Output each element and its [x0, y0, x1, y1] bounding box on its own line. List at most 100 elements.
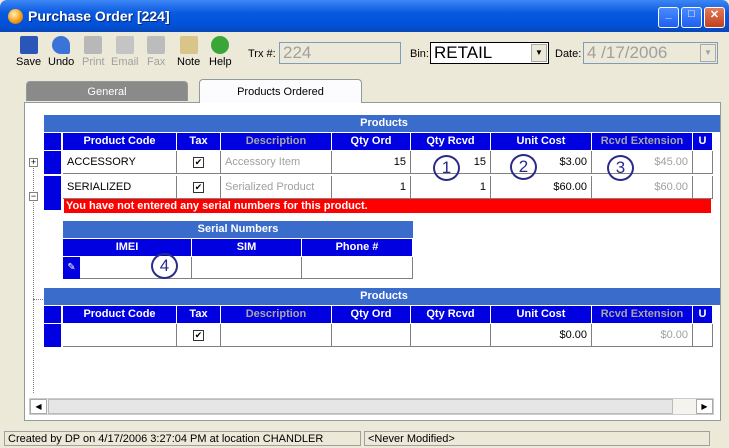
col-tax[interactable]: Tax	[177, 133, 221, 150]
bin-label: Bin:	[410, 48, 429, 60]
scroll-thumb[interactable]	[48, 399, 673, 414]
cell-unit-cost[interactable]: $0.00	[491, 324, 592, 346]
date-field[interactable]: 4 /17/2006 ▼	[583, 42, 718, 64]
cell-qty-ord[interactable]: 15	[332, 151, 411, 173]
trx-label: Trx #:	[248, 48, 276, 60]
save-button[interactable]: Save	[16, 36, 41, 68]
tab-products-ordered[interactable]: Products Ordered	[199, 79, 362, 103]
col-qty-rcvd[interactable]: Qty Rcvd	[411, 306, 491, 323]
products-ordered-panel: Products Product Code Tax Description Qt…	[24, 102, 721, 421]
col-product-code[interactable]: Product Code	[63, 133, 177, 150]
cell-tax[interactable]: ✔	[177, 176, 221, 198]
status-bar: Created by DP on 4/17/2006 3:27:04 PM at…	[0, 429, 729, 448]
title-bar: Purchase Order [224] _ □ ✕	[0, 0, 729, 32]
tax-checkbox[interactable]: ✔	[193, 329, 204, 341]
serial-numbers-band: Serial Numbers	[63, 221, 413, 238]
cell-sim[interactable]	[192, 257, 302, 278]
cell-phone[interactable]	[302, 257, 413, 278]
col-qty-ord[interactable]: Qty Ord	[332, 306, 411, 323]
products-header-row-2: Product Code Tax Description Qty Ord Qty…	[63, 306, 713, 323]
cell-tax[interactable]: ✔	[177, 324, 221, 346]
row-header	[44, 306, 61, 323]
cell-unit-cost[interactable]: $60.00	[491, 176, 592, 198]
row-header	[44, 133, 61, 150]
col-u[interactable]: U	[693, 306, 713, 323]
cell-u[interactable]	[693, 324, 713, 346]
col-description[interactable]: Description	[221, 306, 332, 323]
print-button[interactable]: Print	[82, 36, 105, 68]
cell-description: Accessory Item	[221, 151, 332, 173]
printer-icon	[84, 36, 103, 54]
serial-header-row: IMEI SIM Phone #	[63, 239, 413, 256]
callout-3: 3	[607, 155, 634, 181]
products-header-row: Product Code Tax Description Qty Ord Qty…	[63, 133, 713, 150]
horizontal-scrollbar[interactable]: ◀ ▶	[29, 398, 714, 415]
maximize-button[interactable]: □	[681, 7, 702, 28]
close-button[interactable]: ✕	[704, 7, 725, 28]
cell-qty-ord[interactable]	[332, 324, 411, 346]
chevron-down-icon[interactable]: ▼	[700, 44, 716, 62]
cell-product-code[interactable]: ACCESSORY	[63, 151, 177, 173]
cell-rcvd-extension: $0.00	[592, 324, 693, 346]
cell-unit-cost[interactable]: $3.00	[491, 151, 592, 173]
col-qty-ord[interactable]: Qty Ord	[332, 133, 411, 150]
bin-select[interactable]: RETAIL ▼	[430, 42, 549, 64]
tab-general[interactable]: General	[26, 81, 188, 101]
scroll-left-arrow-icon[interactable]: ◀	[30, 399, 47, 414]
cell-description	[221, 324, 332, 346]
note-icon	[179, 36, 198, 54]
callout-2: 2	[510, 154, 537, 180]
row-selector[interactable]	[44, 176, 61, 210]
cell-product-code[interactable]: SERIALIZED	[63, 176, 177, 198]
status-modified: <Never Modified>	[364, 431, 710, 446]
trx-number-field[interactable]: 224	[279, 42, 401, 64]
cell-rcvd-extension: $60.00	[592, 176, 693, 198]
tax-checkbox[interactable]: ✔	[193, 181, 204, 193]
fax-icon	[147, 36, 166, 54]
col-tax[interactable]: Tax	[177, 306, 221, 323]
cell-qty-ord[interactable]: 1	[332, 176, 411, 198]
help-question-icon	[211, 36, 230, 54]
products-band-2: Products	[44, 288, 720, 305]
cell-product-code[interactable]	[63, 324, 177, 346]
col-u[interactable]: U	[693, 133, 713, 150]
expand-row-button[interactable]: +	[29, 158, 38, 167]
col-product-code[interactable]: Product Code	[63, 306, 177, 323]
edit-pencil-icon: ✎	[63, 257, 80, 279]
email-icon	[115, 36, 134, 54]
cell-tax[interactable]: ✔	[177, 151, 221, 173]
minimize-button[interactable]: _	[658, 7, 679, 28]
table-row[interactable]: ✔ $0.00 $0.00	[63, 324, 713, 347]
tax-checkbox[interactable]: ✔	[193, 156, 204, 168]
chevron-down-icon[interactable]: ▼	[531, 44, 547, 62]
callout-4: 4	[151, 253, 178, 279]
col-rcvd-extension[interactable]: Rcvd Extension	[592, 133, 693, 150]
email-button[interactable]: Email	[111, 36, 139, 68]
undo-button[interactable]: Undo	[48, 36, 74, 68]
help-button[interactable]: Help	[209, 36, 232, 68]
app-icon	[8, 9, 23, 24]
cell-u[interactable]	[693, 151, 713, 173]
scroll-right-arrow-icon[interactable]: ▶	[696, 399, 713, 414]
floppy-icon	[19, 36, 38, 54]
col-phone[interactable]: Phone #	[302, 239, 413, 256]
cell-qty-rcvd[interactable]	[411, 324, 491, 346]
cell-u[interactable]	[693, 176, 713, 198]
collapse-row-button[interactable]: −	[29, 192, 38, 201]
col-qty-rcvd[interactable]: Qty Rcvd	[411, 133, 491, 150]
serial-row[interactable]	[80, 257, 413, 279]
row-selector[interactable]	[44, 151, 61, 174]
col-description[interactable]: Description	[221, 133, 332, 150]
col-imei[interactable]: IMEI	[63, 239, 192, 256]
fax-button[interactable]: Fax	[147, 36, 165, 68]
callout-1: 1	[433, 155, 460, 181]
products-band: Products	[44, 115, 720, 132]
row-selector[interactable]	[44, 324, 61, 347]
col-sim[interactable]: SIM	[192, 239, 302, 256]
col-rcvd-extension[interactable]: Rcvd Extension	[592, 306, 693, 323]
note-button[interactable]: Note	[177, 36, 200, 68]
date-label: Date:	[555, 48, 582, 60]
status-created: Created by DP on 4/17/2006 3:27:04 PM at…	[4, 431, 361, 446]
col-unit-cost[interactable]: Unit Cost	[491, 133, 592, 150]
col-unit-cost[interactable]: Unit Cost	[491, 306, 592, 323]
